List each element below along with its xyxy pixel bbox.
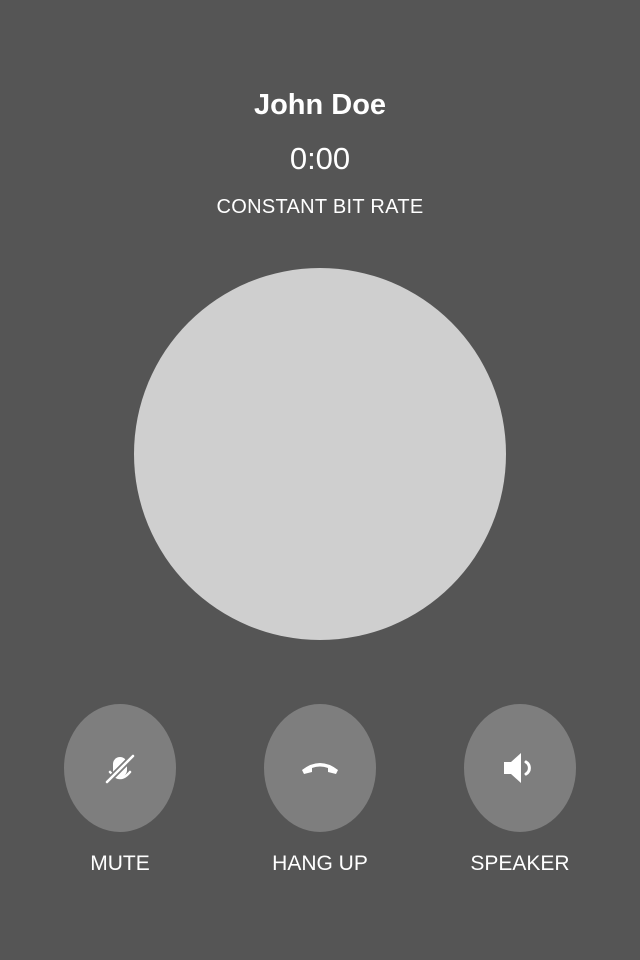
call-timer: 0:00 (289, 141, 351, 176)
speaker-label: SPEAKER (470, 852, 570, 875)
avatar (134, 268, 506, 640)
microphone-off-icon (104, 753, 136, 785)
call-screen: John Doe 0:00 CONSTANT BIT RATE MUTE HAN… (0, 0, 640, 960)
mute-label: MUTE (90, 852, 150, 875)
speaker-button[interactable] (464, 704, 576, 832)
codec-mode-label: CONSTANT BIT RATE (216, 196, 424, 218)
mute-button[interactable] (64, 704, 176, 832)
hang-up-label: HANG UP (272, 852, 368, 875)
hang-up-button[interactable] (264, 704, 376, 832)
phone-hangup-icon (302, 763, 338, 774)
speaker-icon (504, 753, 531, 783)
caller-name: John Doe (253, 89, 387, 121)
